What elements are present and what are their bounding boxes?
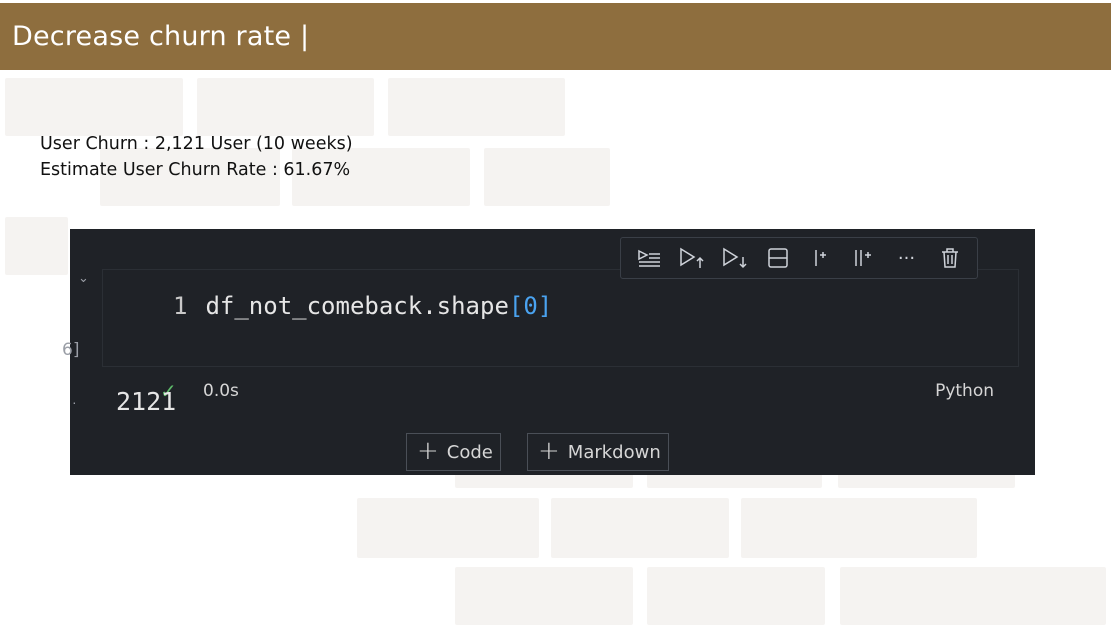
background-brick: [5, 78, 183, 136]
background-brick: [455, 567, 633, 625]
plus-icon: +: [417, 435, 439, 466]
add-cell-below-icon[interactable]: [846, 242, 882, 274]
split-cell-icon[interactable]: [760, 242, 796, 274]
more-icon[interactable]: ···: [889, 242, 925, 274]
background-brick: [551, 498, 729, 558]
cell-language[interactable]: Python: [935, 381, 994, 401]
background-brick: [197, 78, 374, 136]
churn-stats: User Churn : 2,121 User (10 weeks) Estim…: [40, 131, 353, 183]
background-brick: [5, 217, 68, 275]
slide-title: Decrease churn rate |: [12, 21, 310, 52]
slide-header: Decrease churn rate |: [0, 3, 1111, 70]
background-brick: [484, 148, 610, 206]
add-code-cell-button[interactable]: + Code: [406, 433, 501, 471]
add-markdown-cell-button[interactable]: + Markdown: [527, 433, 669, 471]
code-expression: df_not_comeback.shape: [205, 292, 509, 320]
background-brick: [741, 498, 977, 558]
execution-count: 6]: [62, 340, 80, 360]
code-bracket-close: ]: [537, 292, 553, 320]
collapse-chevron-icon[interactable]: ⌄: [78, 271, 89, 286]
background-brick: [388, 78, 565, 136]
line-number: 1: [173, 292, 188, 320]
output-marker: ·: [72, 394, 77, 410]
code-cell[interactable]: 1 df_not_comeback.shape[0] ✓ 0.0s Python: [102, 269, 1019, 403]
background-brick: [357, 498, 539, 558]
user-churn-text: User Churn : 2,121 User (10 weeks): [40, 134, 353, 154]
notebook-screenshot: 1 df_not_comeback.shape[0] ✓ 0.0s Python …: [62, 229, 1035, 475]
cell-output: 2121: [116, 387, 177, 416]
code-index: 0: [523, 292, 538, 320]
execute-above-icon[interactable]: [674, 242, 710, 274]
code-bracket-open: [: [508, 292, 524, 320]
execute-below-icon[interactable]: [717, 242, 753, 274]
add-code-label: Code: [446, 441, 493, 463]
plus-icon: +: [538, 435, 560, 466]
execution-time: 0.0s: [203, 381, 239, 401]
background-brick: [647, 567, 825, 625]
delete-icon[interactable]: [932, 242, 968, 274]
churn-rate-text: Estimate User Churn Rate : 61.67%: [40, 160, 351, 180]
cell-toolbar: ···: [620, 237, 978, 279]
run-by-line-icon[interactable]: [631, 242, 667, 274]
background-brick: [840, 567, 1106, 625]
code-line[interactable]: 1 df_not_comeback.shape[0]: [173, 292, 552, 320]
add-markdown-label: Markdown: [567, 441, 661, 463]
add-cell-above-icon[interactable]: [803, 242, 839, 274]
